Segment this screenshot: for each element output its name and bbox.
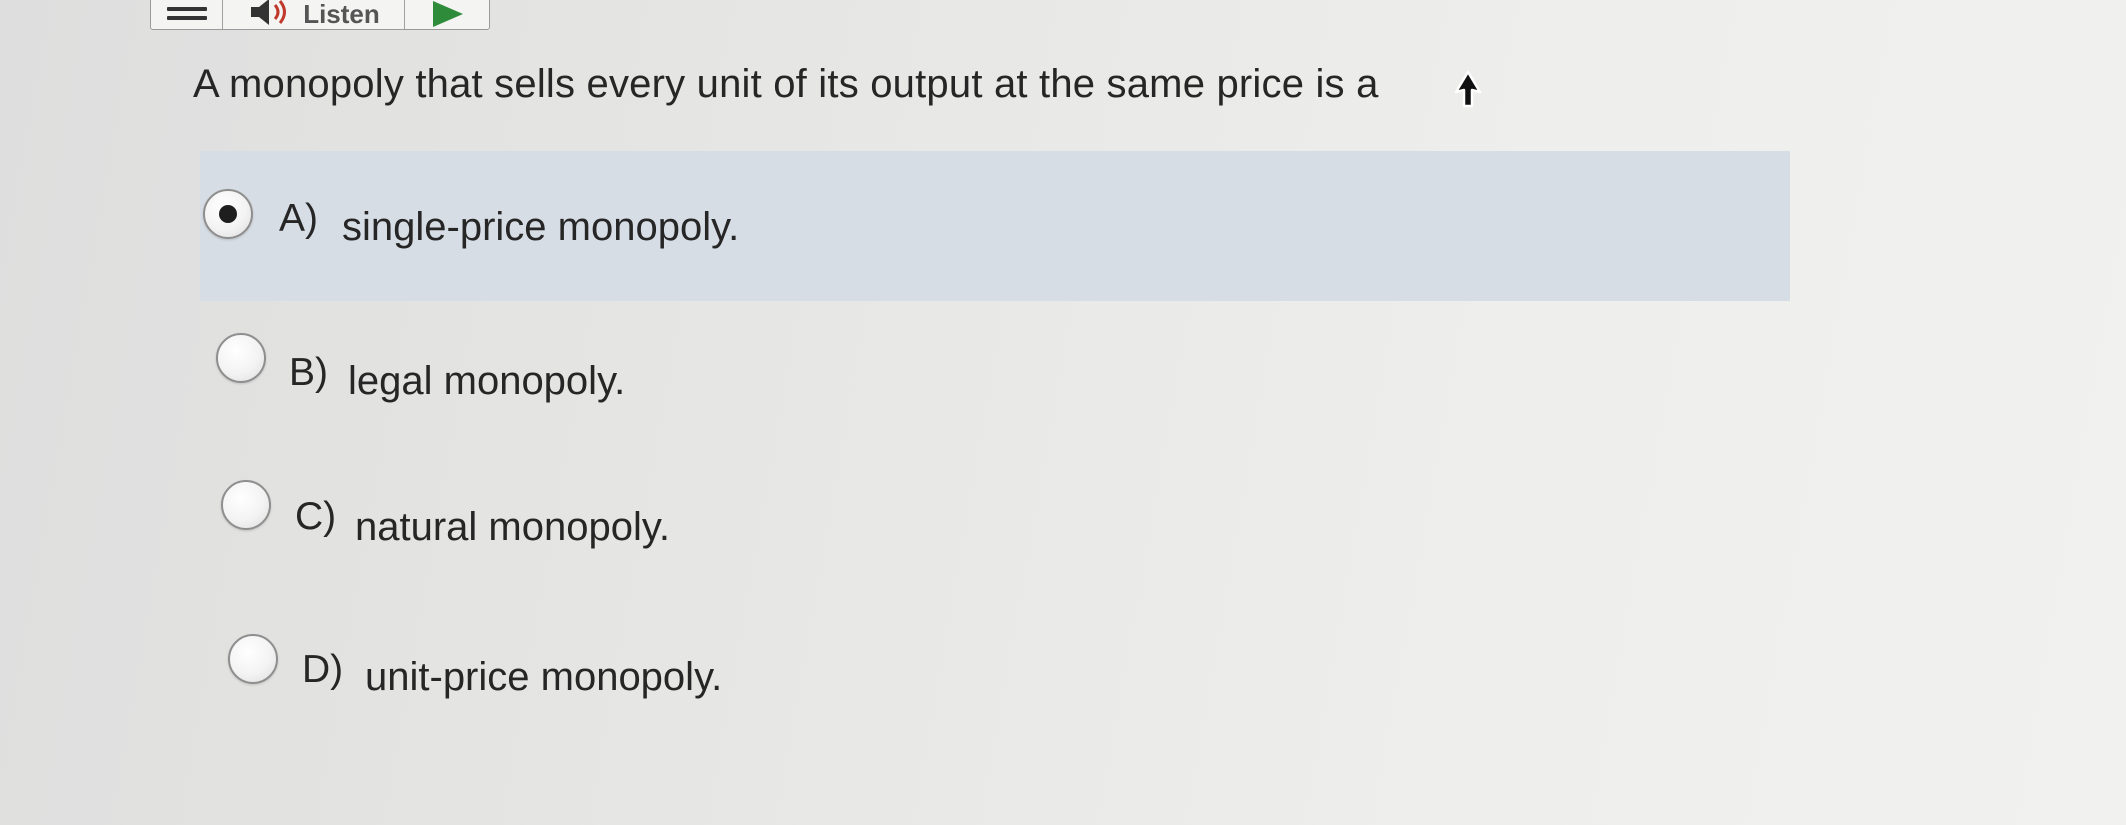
option-letter-a: A) <box>279 197 318 240</box>
read-aloud-toolbar: Listen <box>150 0 490 30</box>
listen-label: Listen <box>303 0 380 29</box>
option-text-b: legal monopoly. <box>348 359 626 403</box>
mouse-cursor-icon <box>1454 70 1482 108</box>
option-text-a: single-price monopoly. <box>342 205 740 249</box>
play-button[interactable] <box>405 0 489 29</box>
radio-button-d[interactable] <box>228 634 278 684</box>
option-letter-c: C) <box>295 495 337 538</box>
listen-button[interactable]: Listen <box>223 0 405 29</box>
hamburger-menu-icon <box>166 0 207 20</box>
question-text: A monopoly that sells every unit of its … <box>193 62 1379 106</box>
option-letter-d: D) <box>302 648 344 691</box>
answer-option-d[interactable]: D) unit-price monopoly. <box>200 606 1790 756</box>
option-text-c: natural monopoly. <box>355 505 670 549</box>
radio-button-b[interactable] <box>216 333 266 383</box>
answer-option-a[interactable]: A) single-price monopoly. <box>200 151 1790 301</box>
play-icon <box>433 1 463 27</box>
answer-option-c[interactable]: C) natural monopoly. <box>200 458 1790 608</box>
option-text-d: unit-price monopoly. <box>365 655 723 699</box>
speaker-icon <box>251 0 287 25</box>
radio-button-a[interactable] <box>203 189 253 239</box>
menu-button[interactable] <box>151 0 223 29</box>
option-letter-b: B) <box>289 351 328 394</box>
answer-option-b[interactable]: B) legal monopoly. <box>200 310 1790 460</box>
radio-button-c[interactable] <box>221 480 271 530</box>
